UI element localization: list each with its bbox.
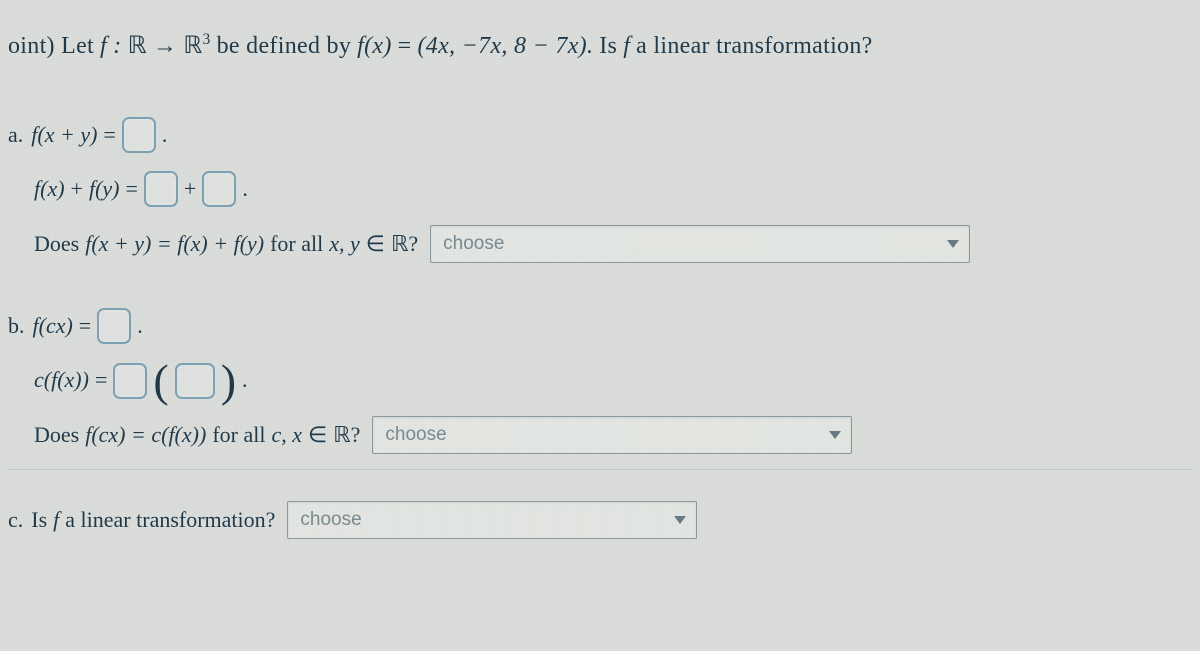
f-colon: f : bbox=[100, 20, 122, 73]
a-does: Does bbox=[34, 220, 79, 268]
part-a-line1: a. f(x + y) = . bbox=[8, 111, 1192, 159]
a-period1: . bbox=[162, 111, 168, 159]
b-input-3[interactable] bbox=[175, 363, 215, 399]
a-select-text: choose bbox=[443, 223, 504, 265]
part-b-label: b. bbox=[8, 302, 25, 350]
c-is: Is bbox=[31, 496, 47, 544]
b-input-2[interactable] bbox=[113, 363, 147, 399]
part-a-line2: f(x) + f(y) = + . bbox=[8, 165, 1192, 213]
chevron-down-icon bbox=[674, 516, 686, 524]
a-plus2: + bbox=[184, 165, 196, 213]
a-fx: f(x) bbox=[34, 165, 65, 213]
b-forall: for all bbox=[212, 411, 265, 459]
c-select-text: choose bbox=[300, 499, 361, 541]
c-linear: a linear transformation? bbox=[65, 496, 275, 544]
a-select[interactable]: choose bbox=[430, 225, 970, 263]
defined-by-text: be defined by bbox=[217, 20, 352, 73]
b-does: Does bbox=[34, 411, 79, 459]
b-condition: f(cx) = c(f(x)) bbox=[85, 411, 206, 459]
b-eq1: = bbox=[79, 302, 91, 350]
part-b-line2: c(f(x)) = ( ) . bbox=[8, 356, 1192, 404]
a-input-1[interactable] bbox=[122, 117, 156, 153]
arrow: → bbox=[153, 20, 177, 73]
a-eq1: = bbox=[103, 111, 115, 159]
chevron-down-icon bbox=[829, 431, 841, 439]
c-f: f bbox=[53, 496, 59, 544]
b-select[interactable]: choose bbox=[372, 416, 852, 454]
set-R-codomain: ℝ3 bbox=[183, 20, 210, 73]
part-b-line3: Does f(cx) = c(f(x)) for all c, x ∈ ℝ? c… bbox=[8, 411, 1192, 470]
a-input-3[interactable] bbox=[202, 171, 236, 207]
equals: = bbox=[398, 20, 412, 73]
set-R-exponent: 3 bbox=[203, 31, 211, 48]
part-a-label: a. bbox=[8, 111, 23, 159]
linear-question: a linear transformation? bbox=[636, 20, 872, 73]
a-forall: for all bbox=[270, 220, 323, 268]
tuple-def: (4x, −7x, 8 − 7x). bbox=[418, 20, 594, 73]
b-cx: c, x bbox=[271, 411, 302, 459]
b-in: ∈ bbox=[308, 411, 327, 459]
f-of-x: f(x) bbox=[357, 20, 392, 73]
b-select-text: choose bbox=[385, 414, 446, 456]
a-condition: f(x + y) = f(x) + f(y) bbox=[85, 220, 264, 268]
part-c-line: c. Is f a linear transformation? choose bbox=[8, 496, 1192, 544]
b-input-1[interactable] bbox=[97, 308, 131, 344]
a-xy: x, y bbox=[329, 220, 360, 268]
a-fy: f(y) bbox=[89, 165, 120, 213]
is-text: Is bbox=[599, 20, 617, 73]
part-a-line3: Does f(x + y) = f(x) + f(y) for all x, y… bbox=[8, 220, 1192, 268]
question-intro: oint) Let f : ℝ → ℝ3 be defined by f(x) … bbox=[8, 20, 1192, 73]
a-lhs1: f(x + y) bbox=[31, 111, 97, 159]
part-c-label: c. bbox=[8, 496, 23, 544]
a-period2: . bbox=[242, 165, 248, 213]
b-period2: . bbox=[242, 356, 248, 404]
set-R-base: ℝ bbox=[183, 33, 202, 59]
b-lhs1: f(cx) bbox=[33, 302, 73, 350]
b-cfx: c(f(x)) bbox=[34, 356, 89, 404]
a-eq2: = bbox=[125, 165, 137, 213]
c-select[interactable]: choose bbox=[287, 501, 697, 539]
intro-prefix: oint) Let bbox=[8, 20, 94, 73]
part-b-line1: b. f(cx) = . bbox=[8, 302, 1192, 350]
a-plus1: + bbox=[71, 165, 83, 213]
set-R-domain: ℝ bbox=[128, 20, 147, 73]
chevron-down-icon bbox=[947, 240, 959, 248]
f-var: f bbox=[623, 20, 630, 73]
b-period1: . bbox=[137, 302, 143, 350]
b-R: ℝ? bbox=[333, 411, 360, 459]
a-in: ∈ bbox=[366, 220, 385, 268]
a-input-2[interactable] bbox=[144, 171, 178, 207]
b-eq2: = bbox=[95, 356, 107, 404]
a-R: ℝ? bbox=[391, 220, 418, 268]
